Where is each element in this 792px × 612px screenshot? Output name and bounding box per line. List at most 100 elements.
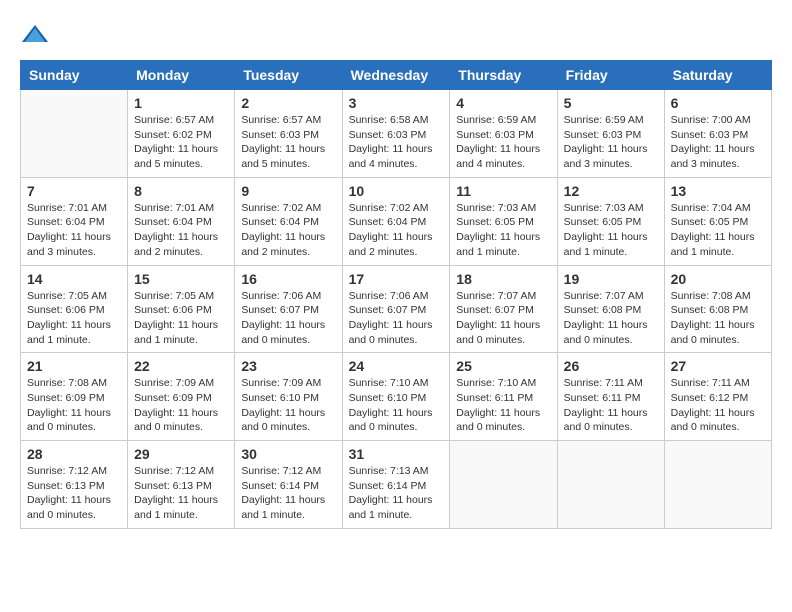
calendar-cell: 22 Sunrise: 7:09 AM Sunset: 6:09 PM Dayli… [128,353,235,441]
logo-icon [20,20,50,50]
header-cell-friday: Friday [557,61,664,90]
calendar-cell: 23 Sunrise: 7:09 AM Sunset: 6:10 PM Dayli… [235,353,342,441]
week-row-3: 14 Sunrise: 7:05 AM Sunset: 6:06 PM Dayli… [21,265,772,353]
day-number: 17 [349,271,444,287]
calendar-cell [664,441,771,529]
calendar-cell: 28 Sunrise: 7:12 AM Sunset: 6:13 PM Dayli… [21,441,128,529]
day-number: 26 [564,358,658,374]
header-cell-sunday: Sunday [21,61,128,90]
day-info: Sunrise: 7:07 AM Sunset: 6:07 PM Dayligh… [456,289,550,348]
calendar-cell: 12 Sunrise: 7:03 AM Sunset: 6:05 PM Dayli… [557,177,664,265]
week-row-5: 28 Sunrise: 7:12 AM Sunset: 6:13 PM Dayli… [21,441,772,529]
day-info: Sunrise: 7:04 AM Sunset: 6:05 PM Dayligh… [671,201,765,260]
calendar-cell: 15 Sunrise: 7:05 AM Sunset: 6:06 PM Dayli… [128,265,235,353]
day-info: Sunrise: 7:11 AM Sunset: 6:12 PM Dayligh… [671,376,765,435]
day-number: 8 [134,183,228,199]
day-info: Sunrise: 7:12 AM Sunset: 6:14 PM Dayligh… [241,464,335,523]
day-number: 11 [456,183,550,199]
day-info: Sunrise: 7:06 AM Sunset: 6:07 PM Dayligh… [349,289,444,348]
day-number: 14 [27,271,121,287]
day-number: 22 [134,358,228,374]
day-info: Sunrise: 7:02 AM Sunset: 6:04 PM Dayligh… [241,201,335,260]
day-info: Sunrise: 7:09 AM Sunset: 6:10 PM Dayligh… [241,376,335,435]
header-cell-tuesday: Tuesday [235,61,342,90]
calendar-cell: 21 Sunrise: 7:08 AM Sunset: 6:09 PM Dayli… [21,353,128,441]
day-info: Sunrise: 7:08 AM Sunset: 6:09 PM Dayligh… [27,376,121,435]
day-number: 16 [241,271,335,287]
calendar-cell: 31 Sunrise: 7:13 AM Sunset: 6:14 PM Dayli… [342,441,450,529]
day-info: Sunrise: 7:13 AM Sunset: 6:14 PM Dayligh… [349,464,444,523]
day-number: 27 [671,358,765,374]
week-row-1: 1 Sunrise: 6:57 AM Sunset: 6:02 PM Daylig… [21,90,772,178]
day-number: 3 [349,95,444,111]
calendar-cell [557,441,664,529]
day-info: Sunrise: 6:57 AM Sunset: 6:02 PM Dayligh… [134,113,228,172]
day-number: 12 [564,183,658,199]
day-number: 5 [564,95,658,111]
header-cell-monday: Monday [128,61,235,90]
day-info: Sunrise: 7:09 AM Sunset: 6:09 PM Dayligh… [134,376,228,435]
day-number: 4 [456,95,550,111]
calendar-cell: 16 Sunrise: 7:06 AM Sunset: 6:07 PM Dayli… [235,265,342,353]
calendar-cell: 10 Sunrise: 7:02 AM Sunset: 6:04 PM Dayli… [342,177,450,265]
day-number: 10 [349,183,444,199]
day-info: Sunrise: 7:03 AM Sunset: 6:05 PM Dayligh… [564,201,658,260]
calendar-cell: 6Sunrise: 7:00 AM Sunset: 6:03 PM Daylig… [664,90,771,178]
calendar-cell: 24 Sunrise: 7:10 AM Sunset: 6:10 PM Dayli… [342,353,450,441]
day-number: 29 [134,446,228,462]
day-info: Sunrise: 7:01 AM Sunset: 6:04 PM Dayligh… [27,201,121,260]
calendar-cell: 9Sunrise: 7:02 AM Sunset: 6:04 PM Daylig… [235,177,342,265]
day-info: Sunrise: 6:57 AM Sunset: 6:03 PM Dayligh… [241,113,335,172]
day-info: Sunrise: 6:59 AM Sunset: 6:03 PM Dayligh… [456,113,550,172]
calendar-cell: 27 Sunrise: 7:11 AM Sunset: 6:12 PM Dayli… [664,353,771,441]
day-info: Sunrise: 7:05 AM Sunset: 6:06 PM Dayligh… [27,289,121,348]
calendar-cell: 8 Sunrise: 7:01 AM Sunset: 6:04 PM Daylig… [128,177,235,265]
day-number: 28 [27,446,121,462]
week-row-4: 21 Sunrise: 7:08 AM Sunset: 6:09 PM Dayli… [21,353,772,441]
day-info: Sunrise: 7:12 AM Sunset: 6:13 PM Dayligh… [134,464,228,523]
calendar-cell: 19Sunrise: 7:07 AM Sunset: 6:08 PM Dayli… [557,265,664,353]
calendar-header: SundayMondayTuesdayWednesdayThursdayFrid… [21,61,772,90]
day-info: Sunrise: 7:06 AM Sunset: 6:07 PM Dayligh… [241,289,335,348]
day-number: 31 [349,446,444,462]
day-number: 13 [671,183,765,199]
calendar-cell: 14 Sunrise: 7:05 AM Sunset: 6:06 PM Dayli… [21,265,128,353]
day-info: Sunrise: 7:00 AM Sunset: 6:03 PM Dayligh… [671,113,765,172]
calendar-table: SundayMondayTuesdayWednesdayThursdayFrid… [20,60,772,529]
day-info: Sunrise: 7:10 AM Sunset: 6:11 PM Dayligh… [456,376,550,435]
calendar-cell [21,90,128,178]
calendar-cell: 25Sunrise: 7:10 AM Sunset: 6:11 PM Dayli… [450,353,557,441]
calendar-cell: 30Sunrise: 7:12 AM Sunset: 6:14 PM Dayli… [235,441,342,529]
calendar-cell: 11 Sunrise: 7:03 AM Sunset: 6:05 PM Dayli… [450,177,557,265]
day-number: 7 [27,183,121,199]
day-info: Sunrise: 7:02 AM Sunset: 6:04 PM Dayligh… [349,201,444,260]
day-number: 15 [134,271,228,287]
calendar-cell: 5 Sunrise: 6:59 AM Sunset: 6:03 PM Daylig… [557,90,664,178]
day-number: 24 [349,358,444,374]
header-row: SundayMondayTuesdayWednesdayThursdayFrid… [21,61,772,90]
day-info: Sunrise: 6:59 AM Sunset: 6:03 PM Dayligh… [564,113,658,172]
calendar-cell: 7 Sunrise: 7:01 AM Sunset: 6:04 PM Daylig… [21,177,128,265]
day-info: Sunrise: 7:08 AM Sunset: 6:08 PM Dayligh… [671,289,765,348]
calendar-cell: 26 Sunrise: 7:11 AM Sunset: 6:11 PM Dayli… [557,353,664,441]
day-info: Sunrise: 7:05 AM Sunset: 6:06 PM Dayligh… [134,289,228,348]
calendar-cell: 18Sunrise: 7:07 AM Sunset: 6:07 PM Dayli… [450,265,557,353]
day-number: 1 [134,95,228,111]
day-info: Sunrise: 7:10 AM Sunset: 6:10 PM Dayligh… [349,376,444,435]
calendar-cell: 3Sunrise: 6:58 AM Sunset: 6:03 PM Daylig… [342,90,450,178]
day-info: Sunrise: 7:01 AM Sunset: 6:04 PM Dayligh… [134,201,228,260]
day-info: Sunrise: 7:03 AM Sunset: 6:05 PM Dayligh… [456,201,550,260]
calendar-cell: 1 Sunrise: 6:57 AM Sunset: 6:02 PM Daylig… [128,90,235,178]
header-cell-thursday: Thursday [450,61,557,90]
calendar-cell: 29 Sunrise: 7:12 AM Sunset: 6:13 PM Dayli… [128,441,235,529]
day-info: Sunrise: 7:12 AM Sunset: 6:13 PM Dayligh… [27,464,121,523]
calendar-cell: 20Sunrise: 7:08 AM Sunset: 6:08 PM Dayli… [664,265,771,353]
logo [20,20,54,50]
day-number: 21 [27,358,121,374]
calendar-body: 1 Sunrise: 6:57 AM Sunset: 6:02 PM Daylig… [21,90,772,529]
day-number: 23 [241,358,335,374]
day-info: Sunrise: 7:11 AM Sunset: 6:11 PM Dayligh… [564,376,658,435]
calendar-cell: 17 Sunrise: 7:06 AM Sunset: 6:07 PM Dayli… [342,265,450,353]
header-cell-wednesday: Wednesday [342,61,450,90]
calendar-cell: 13 Sunrise: 7:04 AM Sunset: 6:05 PM Dayli… [664,177,771,265]
